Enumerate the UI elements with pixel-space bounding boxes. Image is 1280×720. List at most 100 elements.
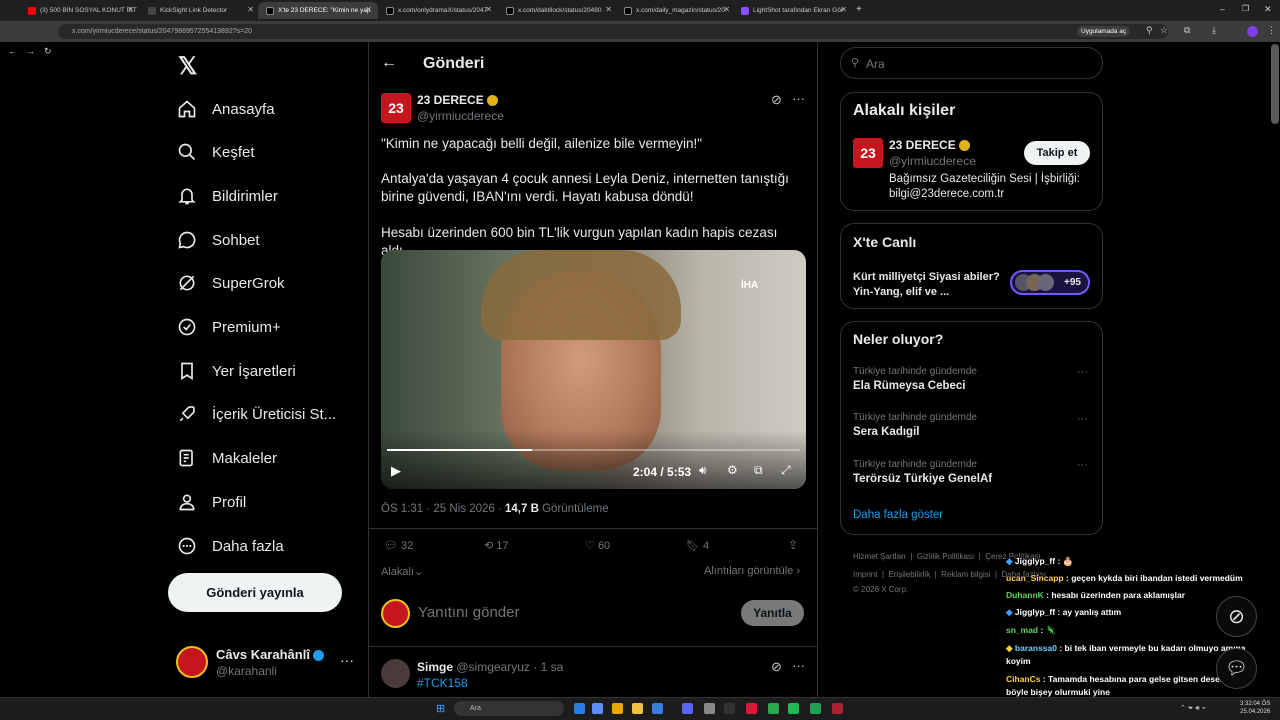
related-avatar[interactable]: 23: [853, 138, 883, 168]
chrome-icon[interactable]: [612, 703, 623, 714]
scrollbar[interactable]: [1271, 44, 1279, 124]
reload-icon[interactable]: ↻: [44, 46, 52, 57]
share-icon[interactable]: ⇪: [788, 538, 798, 552]
nav-bookmarks[interactable]: Yer İşaretleri: [176, 353, 296, 389]
menu-icon[interactable]: ⋮: [1267, 25, 1276, 36]
video-progress-track[interactable]: [387, 449, 800, 451]
settings-icon[interactable]: ⚙: [727, 463, 738, 477]
search-bar[interactable]: ⚲ Ara: [840, 47, 1103, 79]
reply-action[interactable]: 💬︎ 32: [384, 539, 413, 552]
nav-creator-studio[interactable]: İçerik Üreticisi St...: [176, 396, 336, 432]
reply-more-icon[interactable]: ···: [792, 658, 805, 673]
nav-articles[interactable]: Makaleler: [176, 440, 277, 476]
widgets-icon[interactable]: [592, 703, 603, 714]
nav-notifications[interactable]: Bildirimler: [176, 178, 278, 214]
account-more-icon[interactable]: ···: [340, 652, 354, 668]
nav-more[interactable]: Daha fazla: [176, 528, 284, 564]
author-handle[interactable]: @yirmiucderece: [417, 109, 504, 123]
footer-link[interactable]: Erişilebilirlik: [888, 570, 930, 579]
grok-fab-icon[interactable]: ⊘: [1216, 596, 1257, 637]
reply-author-avatar[interactable]: [381, 659, 410, 688]
app-icon[interactable]: [768, 703, 779, 714]
url-text[interactable]: x.com/yirmiucderece/status/2047986957255…: [72, 28, 252, 35]
related-name[interactable]: 23 DERECE: [889, 138, 970, 152]
star-icon[interactable]: ☆: [1160, 25, 1168, 36]
browser-tab-active[interactable]: X'te 23 DERECE: "Kimin ne yap ✕: [258, 2, 378, 19]
new-tab-icon[interactable]: +: [856, 4, 862, 15]
x-logo-icon[interactable]: 𝕏: [178, 52, 197, 81]
window-close-icon[interactable]: ✕: [1264, 4, 1272, 15]
browser-tab[interactable]: x.com/daktilock/status/20480 ✕: [498, 2, 618, 19]
close-icon[interactable]: ✕: [127, 5, 134, 14]
avatar[interactable]: [176, 646, 208, 678]
nav-profile[interactable]: Profil: [176, 484, 246, 520]
volume-icon[interactable]: 🔊︎: [699, 463, 707, 478]
reply-author-name[interactable]: Simge: [417, 660, 453, 674]
fullscreen-icon[interactable]: ⤢: [781, 463, 791, 478]
app-icon[interactable]: [832, 703, 843, 714]
pip-icon[interactable]: ⧉: [754, 463, 763, 478]
messages-fab-icon[interactable]: 💬︎: [1216, 648, 1257, 689]
app-icon[interactable]: [746, 703, 757, 714]
back-arrow-icon[interactable]: ←: [381, 54, 397, 72]
close-icon[interactable]: ✕: [723, 5, 730, 14]
store-icon[interactable]: [652, 703, 663, 714]
tray-icons[interactable]: ⌃ ⏷ 🔊︎ ⌁: [1180, 704, 1206, 713]
live-listeners[interactable]: +95: [1010, 270, 1090, 295]
clock[interactable]: 3:32:04 ÖS 25.04.2026: [1240, 700, 1270, 716]
show-more-link[interactable]: Daha fazla göster: [853, 509, 943, 521]
extensions-icon[interactable]: ⧉: [1184, 25, 1190, 36]
file-explorer-icon[interactable]: [632, 703, 643, 714]
app-icon[interactable]: [724, 703, 735, 714]
app-icon[interactable]: [810, 703, 821, 714]
close-icon[interactable]: ✕: [605, 5, 612, 14]
forward-icon[interactable]: →: [26, 46, 35, 56]
taskbar-search[interactable]: Ara: [454, 701, 564, 716]
view-quotes-link[interactable]: Alıntıları görüntüle ›: [704, 565, 800, 577]
url-bar[interactable]: x.com/yirmiucderece/status/2047986957255…: [58, 24, 1168, 39]
browser-tab[interactable]: x.com/daily_magazin/status/20 ✕: [616, 2, 736, 19]
download-icon[interactable]: ⤓: [1212, 25, 1216, 36]
author-name[interactable]: 23 DERECE: [417, 93, 498, 107]
trend-item[interactable]: Türkiye tarihinde gündemde Ela Rümeysa Ce…: [853, 366, 977, 392]
grok-explain-icon[interactable]: ⊘: [771, 659, 782, 675]
back-icon[interactable]: ←: [8, 46, 17, 56]
nav-chat[interactable]: Sohbet: [176, 222, 260, 258]
open-in-app-button[interactable]: Uygulamada aç: [1077, 26, 1131, 37]
close-icon[interactable]: ✕: [365, 5, 372, 14]
discord-icon[interactable]: [682, 703, 693, 714]
nav-premium[interactable]: Premium+: [176, 309, 281, 345]
spotify-icon[interactable]: [788, 703, 799, 714]
play-icon[interactable]: ▶: [391, 463, 401, 479]
taskview-icon[interactable]: [574, 703, 585, 714]
grok-explain-icon[interactable]: ⊘: [771, 92, 782, 108]
app-icon[interactable]: [704, 703, 715, 714]
bookmark-action[interactable]: 🔖︎ 4: [686, 539, 709, 552]
post-button[interactable]: Gönderi yayınla: [168, 573, 342, 612]
follow-button[interactable]: Takip et: [1024, 141, 1090, 165]
repost-action[interactable]: ⟲ 17: [484, 539, 509, 552]
maximize-icon[interactable]: ❐: [1242, 4, 1249, 13]
zoom-icon[interactable]: ⚲: [1146, 25, 1153, 36]
footer-link[interactable]: Imprint: [853, 570, 877, 579]
footer-link[interactable]: Hizmet Şartları: [853, 552, 906, 561]
trend-item[interactable]: Türkiye tarihinde gündemde Terörsüz Türki…: [853, 459, 992, 485]
browser-tab[interactable]: LightShot tarafından Ekran Gör ✕: [733, 2, 853, 19]
minimize-icon[interactable]: –: [1220, 4, 1225, 14]
profile-avatar-icon[interactable]: [1247, 26, 1258, 37]
reply-hashtag[interactable]: #TCK158: [417, 676, 468, 690]
author-avatar[interactable]: 23: [381, 93, 411, 123]
close-icon[interactable]: ✕: [840, 5, 847, 14]
trend-more-icon[interactable]: ···: [1077, 413, 1088, 425]
footer-link[interactable]: Gizlilik Politikası: [917, 552, 974, 561]
trend-more-icon[interactable]: ···: [1077, 459, 1088, 471]
close-icon[interactable]: ✕: [485, 5, 492, 14]
nav-explore[interactable]: Keşfet: [176, 134, 255, 170]
close-icon[interactable]: ✕: [247, 5, 254, 14]
reply-button[interactable]: Yanıtla: [741, 600, 804, 626]
windows-start-icon[interactable]: ⊞: [436, 702, 445, 715]
footer-link[interactable]: Reklam bilgisi: [941, 570, 990, 579]
video-player[interactable]: İHA ▶ 2:04 / 5:53 🔊︎ ⚙ ⧉ ⤢: [381, 250, 806, 489]
browser-tab[interactable]: (3) 500 BİN SOSYAL KONUT İST ✕: [20, 2, 140, 19]
trend-item[interactable]: Türkiye tarihinde gündemde Sera Kadıgil: [853, 412, 977, 438]
